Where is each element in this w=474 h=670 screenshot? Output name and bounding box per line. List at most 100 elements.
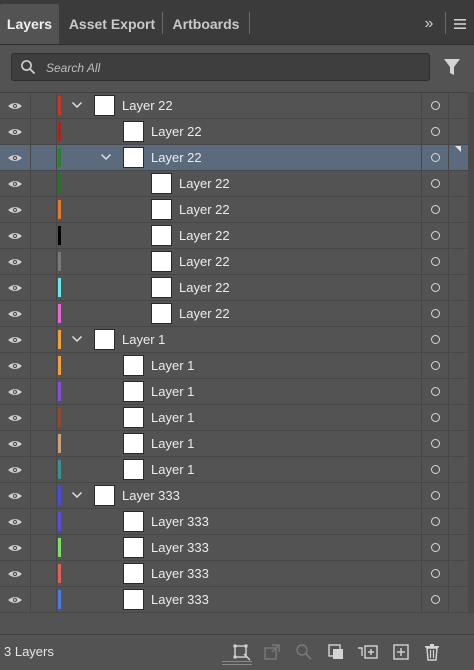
target-circle-icon[interactable]: [421, 379, 449, 404]
visibility-eye-icon[interactable]: [0, 561, 31, 586]
hamburger-menu-icon[interactable]: [449, 4, 471, 44]
layer-row[interactable]: Layer 1: [0, 353, 474, 379]
layer-name[interactable]: Layer 22: [179, 280, 230, 295]
visibility-eye-icon[interactable]: [0, 327, 31, 352]
target-circle-icon[interactable]: [421, 171, 449, 196]
lock-toggle[interactable]: [30, 93, 57, 118]
lock-toggle[interactable]: [30, 301, 57, 326]
chevron-down-icon[interactable]: [70, 488, 84, 502]
selection-indicator-cell[interactable]: [448, 353, 469, 378]
visibility-eye-icon[interactable]: [0, 431, 31, 456]
layer-name[interactable]: Layer 333: [151, 540, 209, 555]
selection-indicator-cell[interactable]: [448, 483, 469, 508]
lock-toggle[interactable]: [30, 275, 57, 300]
overflow-tabs-icon[interactable]: »: [416, 4, 442, 44]
visibility-eye-icon[interactable]: [0, 93, 31, 118]
scrollbar[interactable]: [468, 92, 474, 612]
target-circle-icon[interactable]: [421, 561, 449, 586]
visibility-eye-icon[interactable]: [0, 197, 31, 222]
lock-toggle[interactable]: [30, 509, 57, 534]
layer-row[interactable]: Layer 333: [0, 483, 474, 509]
layer-row[interactable]: Layer 333: [0, 561, 474, 587]
selection-indicator-cell[interactable]: [448, 379, 469, 404]
layer-row[interactable]: Layer 22: [0, 145, 474, 171]
selection-indicator-cell[interactable]: [448, 197, 469, 222]
target-circle-icon[interactable]: [421, 327, 449, 352]
lock-toggle[interactable]: [30, 431, 57, 456]
chevron-down-icon[interactable]: [70, 98, 84, 112]
visibility-eye-icon[interactable]: [0, 249, 31, 274]
layer-name[interactable]: Layer 22: [179, 202, 230, 217]
create-new-layer-icon[interactable]: [391, 642, 411, 662]
filter-icon[interactable]: [441, 56, 463, 78]
layer-name[interactable]: Layer 1: [151, 410, 194, 425]
lock-toggle[interactable]: [30, 119, 57, 144]
layer-name[interactable]: Layer 1: [151, 436, 194, 451]
lock-toggle[interactable]: [30, 379, 57, 404]
visibility-eye-icon[interactable]: [0, 275, 31, 300]
selection-indicator-cell[interactable]: [448, 301, 469, 326]
layer-row[interactable]: Layer 1: [0, 379, 474, 405]
visibility-eye-icon[interactable]: [0, 223, 31, 248]
layer-name[interactable]: Layer 333: [151, 514, 209, 529]
selection-indicator-cell[interactable]: [448, 275, 469, 300]
tab-artboards[interactable]: Artboards: [163, 4, 249, 44]
tab-asset-export[interactable]: Asset Export: [62, 4, 162, 44]
target-circle-icon[interactable]: [421, 119, 449, 144]
layer-row[interactable]: Layer 1: [0, 431, 474, 457]
layer-name[interactable]: Layer 22: [179, 254, 230, 269]
target-circle-icon[interactable]: [421, 197, 449, 222]
selection-indicator-cell[interactable]: [448, 535, 469, 560]
search-box[interactable]: [11, 53, 430, 81]
lock-toggle[interactable]: [30, 223, 57, 248]
lock-toggle[interactable]: [30, 353, 57, 378]
selection-indicator-cell[interactable]: [448, 249, 469, 274]
selection-indicator-cell[interactable]: [448, 509, 469, 534]
visibility-eye-icon[interactable]: [0, 483, 31, 508]
target-circle-icon[interactable]: [421, 509, 449, 534]
lock-toggle[interactable]: [30, 327, 57, 352]
search-input[interactable]: [44, 57, 418, 79]
selection-indicator-cell[interactable]: [448, 93, 469, 118]
layer-row[interactable]: Layer 22: [0, 93, 474, 119]
layer-name[interactable]: Layer 333: [151, 566, 209, 581]
visibility-eye-icon[interactable]: [0, 509, 31, 534]
tab-layers[interactable]: Layers: [0, 4, 59, 44]
target-circle-icon[interactable]: [421, 249, 449, 274]
target-circle-icon[interactable]: [421, 431, 449, 456]
layer-name[interactable]: Layer 22: [179, 176, 230, 191]
layer-name[interactable]: Layer 1: [151, 358, 194, 373]
lock-toggle[interactable]: [30, 457, 57, 482]
delete-icon[interactable]: [422, 642, 442, 662]
target-circle-icon[interactable]: [421, 483, 449, 508]
layer-row[interactable]: Layer 22: [0, 249, 474, 275]
visibility-eye-icon[interactable]: [0, 145, 31, 170]
layer-row[interactable]: Layer 333: [0, 535, 474, 561]
resize-grip-icon[interactable]: [222, 660, 252, 666]
visibility-eye-icon[interactable]: [0, 119, 31, 144]
create-sublayer-icon[interactable]: [357, 642, 378, 662]
chevron-down-icon[interactable]: [70, 332, 84, 346]
selection-indicator-cell[interactable]: [448, 119, 469, 144]
lock-toggle[interactable]: [30, 197, 57, 222]
layer-name[interactable]: Layer 22: [122, 98, 173, 113]
selection-indicator-cell[interactable]: [448, 327, 469, 352]
lock-toggle[interactable]: [30, 483, 57, 508]
selection-indicator-cell[interactable]: [448, 587, 469, 612]
target-circle-icon[interactable]: [421, 145, 449, 170]
target-circle-icon[interactable]: [421, 535, 449, 560]
lock-toggle[interactable]: [30, 405, 57, 430]
selection-indicator-cell[interactable]: [448, 561, 469, 586]
selection-indicator-cell[interactable]: [448, 431, 469, 456]
layer-name[interactable]: Layer 22: [179, 228, 230, 243]
collect-for-export-icon[interactable]: [232, 642, 252, 662]
chevron-down-icon[interactable]: [99, 150, 113, 164]
visibility-eye-icon[interactable]: [0, 457, 31, 482]
layer-name[interactable]: Layer 1: [151, 384, 194, 399]
layer-name[interactable]: Layer 333: [151, 592, 209, 607]
layer-row[interactable]: Layer 1: [0, 327, 474, 353]
selection-indicator-cell[interactable]: [448, 145, 469, 170]
lock-toggle[interactable]: [30, 561, 57, 586]
layer-row[interactable]: Layer 22: [0, 223, 474, 249]
layer-row[interactable]: Layer 1: [0, 405, 474, 431]
